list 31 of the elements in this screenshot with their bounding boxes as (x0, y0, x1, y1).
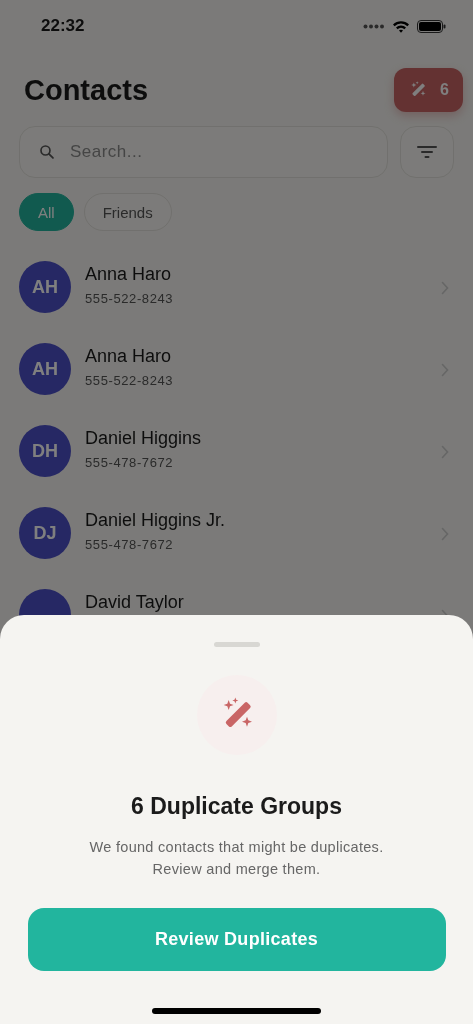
page-title: Contacts (24, 73, 149, 107)
signal-icon (363, 23, 385, 29)
sheet-message: We found contacts that might be duplicates. Review and merge them. (88, 838, 385, 879)
avatar: DH (19, 425, 71, 477)
contact-phone: 555-478-7672 (85, 455, 175, 470)
review-duplicates-button[interactable]: Review Duplicates (27, 908, 446, 971)
contact-row[interactable]: DJ Daniel Higgins Jr. 555-478-7672 (0, 507, 473, 589)
contact-name: Anna Haro (85, 346, 173, 367)
sheet-title: 6 Duplicate Groups (131, 793, 342, 820)
avatar: DJ (19, 507, 71, 559)
contact-phone: 555-478-7672 (85, 537, 175, 552)
search-icon (38, 142, 56, 162)
drag-handle[interactable] (213, 642, 260, 647)
contact-row[interactable]: DH Daniel Higgins 555-478-7672 (0, 425, 473, 507)
contact-phone: 555-522-8243 (85, 291, 175, 306)
contact-row[interactable]: AH Anna Haro 555-522-8243 (0, 261, 473, 343)
duplicates-button[interactable]: 6 (394, 68, 463, 112)
avatar: AH (19, 261, 71, 313)
contact-phone: 555-522-8243 (85, 373, 175, 388)
contact-row[interactable]: AH Anna Haro 555-522-8243 (0, 343, 473, 425)
contact-name: David Taylor (85, 592, 185, 613)
battery-icon (417, 19, 446, 33)
filter-button[interactable] (400, 126, 454, 178)
contact-name: Daniel Higgins (85, 428, 203, 449)
wifi-icon (392, 19, 410, 33)
filter-icon (417, 145, 437, 159)
contact-name: Daniel Higgins Jr. (85, 510, 227, 531)
filter-chip[interactable]: Friends (83, 193, 172, 231)
contact-name: Anna Haro (85, 264, 173, 285)
status-time: 22:32 (41, 16, 85, 36)
avatar: AH (19, 343, 71, 395)
